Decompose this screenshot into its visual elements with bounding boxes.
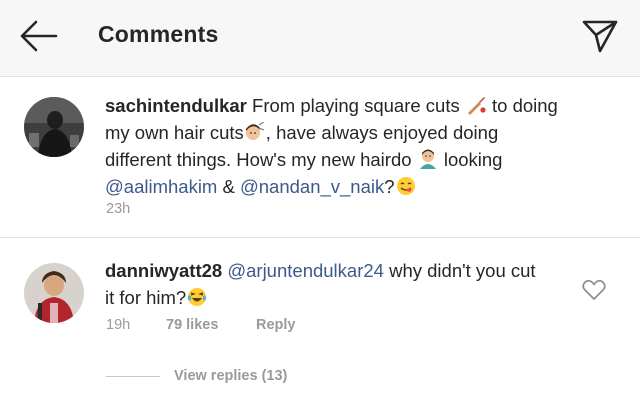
mention-link[interactable]: @aalimhakim [105, 176, 217, 197]
yum-face-icon [396, 177, 415, 195]
laughing-tears-icon [188, 288, 207, 306]
paper-plane-icon [582, 20, 618, 53]
top-bar: Comments [0, 0, 640, 77]
comment-timestamp: 19h [106, 317, 131, 333]
caption-section: sachintendulkar From playing square cuts… [0, 77, 640, 237]
haircut-icon [245, 122, 265, 140]
caption-username[interactable]: sachintendulkar [105, 95, 247, 116]
page-title: Comments [98, 21, 219, 47]
like-button[interactable] [582, 279, 606, 301]
comment-text: danniwyatt28 @arjuntendulkar24 why didn'… [105, 260, 536, 308]
reply-button[interactable]: Reply [256, 317, 296, 333]
comment-username[interactable]: danniwyatt28 [105, 260, 222, 281]
man-gesturing-icon [419, 149, 436, 169]
back-button[interactable] [18, 18, 58, 54]
caption-text: sachintendulkar From playing square cuts… [105, 95, 558, 197]
heart-icon [582, 279, 606, 300]
avatar[interactable] [24, 97, 84, 157]
arrow-left-icon [20, 20, 58, 52]
likes-count[interactable]: 79 likes [166, 317, 218, 333]
cricket-bat-icon [467, 97, 486, 115]
replies-divider [106, 376, 160, 377]
mention-link[interactable]: @arjuntendulkar24 [227, 260, 384, 281]
view-replies-button[interactable]: View replies (13) [174, 368, 287, 384]
send-button[interactable] [580, 16, 620, 56]
caption-timestamp: 23h [106, 201, 131, 217]
avatar[interactable] [24, 263, 84, 323]
mention-link[interactable]: @nandan_v_naik [240, 176, 384, 197]
divider [0, 237, 640, 238]
